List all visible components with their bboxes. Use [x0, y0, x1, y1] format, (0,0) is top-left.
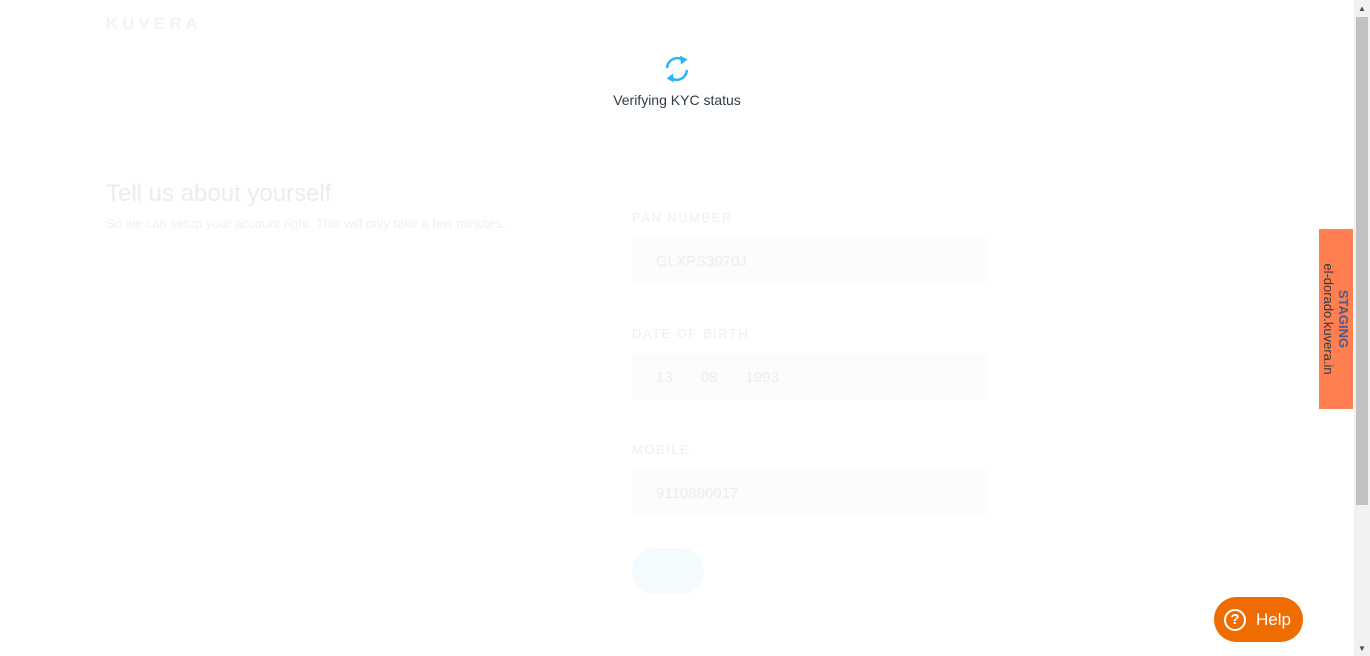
kuvera-logo: KUVERA [106, 14, 202, 33]
sync-icon [665, 55, 689, 83]
staging-banner: STAGING el-dorado.kuvera.in [1319, 229, 1353, 409]
staging-title: STAGING [1336, 289, 1351, 349]
dob-month-input[interactable]: 08 [701, 369, 718, 386]
dob-day-input[interactable]: 13 [656, 369, 673, 386]
page-scrollbar[interactable]: ▲ ▼ [1354, 0, 1370, 656]
dob-field: 13 08 1993 [632, 354, 988, 400]
staging-host: el-dorado.kuvera.in [1321, 263, 1336, 375]
next-button[interactable]: Next [632, 548, 704, 594]
mobile-input[interactable]: 9110880017 [632, 470, 988, 516]
help-button[interactable]: ? Help [1214, 597, 1303, 642]
help-label: Help [1256, 609, 1291, 629]
page-subtitle: So we can setup your account right. This… [106, 216, 506, 231]
pan-label: PAN NUMBER [632, 210, 733, 225]
loader-text: Verifying KYC status [613, 92, 741, 108]
profile-form: PAN NUMBER GLXPS3070J DATE OF BIRTH 13 0… [632, 210, 988, 594]
dob-label: DATE OF BIRTH [632, 326, 750, 341]
mobile-label: MOBILE [632, 442, 691, 457]
dob-year-input[interactable]: 1993 [745, 369, 778, 386]
page-title: Tell us about yourself [106, 180, 332, 207]
scroll-thumb[interactable] [1356, 17, 1368, 505]
kyc-loader: Verifying KYC status [0, 54, 1354, 108]
scroll-down-arrow-icon[interactable]: ▼ [1354, 640, 1370, 656]
scroll-up-arrow-icon[interactable]: ▲ [1354, 0, 1370, 16]
pan-input[interactable]: GLXPS3070J [632, 238, 988, 284]
question-circle-icon: ? [1224, 608, 1246, 631]
